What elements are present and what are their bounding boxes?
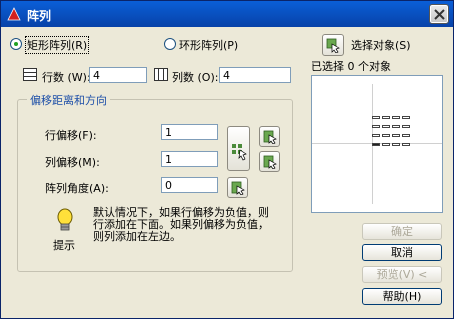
preview-cell [402, 134, 410, 137]
preview-cell [392, 116, 400, 119]
preview-cell [402, 143, 410, 146]
select-objects-button[interactable] [322, 34, 344, 56]
row-offset-label: 行偏移(F): [45, 129, 97, 142]
row-offset-input[interactable]: 1 [161, 124, 218, 140]
ok-button[interactable]: 确定 [362, 223, 442, 240]
close-icon [434, 9, 445, 20]
rows-input[interactable]: 4 [89, 67, 147, 83]
rect-array-radio[interactable] [10, 38, 22, 50]
help-button[interactable]: 帮助(H) [362, 288, 442, 305]
preview-cell [372, 134, 380, 137]
preview-cell [392, 125, 400, 128]
preview-cell [372, 143, 380, 146]
preview-cell [372, 116, 380, 119]
preview-cell [392, 143, 400, 146]
column-offset-input[interactable]: 1 [161, 151, 218, 167]
array-angle-input[interactable]: 0 [161, 177, 218, 193]
rows-label: 行数 (W): [42, 71, 91, 84]
window-title: 阵列 [27, 9, 52, 23]
columns-icon [154, 68, 168, 81]
pick-both-icon [232, 144, 247, 161]
array-preview [311, 75, 443, 213]
preview-cell [382, 125, 390, 128]
column-offset-label: 列偏移(M): [45, 156, 100, 169]
preview-cell [402, 125, 410, 128]
array-angle-label: 阵列角度(A): [45, 182, 109, 195]
title-bar[interactable]: 阵列 [1, 1, 453, 27]
columns-label: 列数 (O): [172, 71, 219, 84]
polar-array-label[interactable]: 环形阵列(P) [179, 37, 238, 53]
rect-array-label[interactable]: 矩形阵列(R) [25, 36, 90, 54]
columns-input[interactable]: 4 [219, 67, 291, 83]
pick-angle-button[interactable] [227, 177, 248, 198]
close-button[interactable] [429, 4, 449, 24]
tip-text: 默认情况下，如果行偏移为负值，则 行添加在下面。如果列偏移为负值， 则列添加在左… [93, 206, 269, 243]
select-objects-icon [326, 38, 340, 53]
preview-cell [382, 134, 390, 137]
preview-cell [382, 116, 390, 119]
cancel-button[interactable]: 取消 [362, 244, 442, 261]
preview-button[interactable]: 预览(V) < [362, 266, 442, 283]
pick-row-offset-button[interactable] [259, 126, 280, 147]
tip-label: 提示 [53, 239, 75, 252]
preview-cell [392, 134, 400, 137]
offset-group-title: 偏移距离和方向 [27, 92, 110, 108]
pick-angle-icon [231, 181, 245, 195]
array-dialog: 阵列 矩形阵列(R) 环形阵列(P) 行数 (W): 4 列数 (O): 4 偏… [0, 0, 454, 319]
autocad-app-icon [7, 7, 21, 21]
pick-column-offset-button[interactable] [259, 151, 280, 172]
select-objects-label[interactable]: 选择对象(S) [351, 37, 411, 53]
preview-cell [382, 143, 390, 146]
pick-row-icon [263, 130, 277, 144]
selected-count-text: 已选择 0 个对象 [311, 60, 391, 73]
pick-both-offsets-button[interactable] [227, 126, 250, 171]
pick-column-icon [263, 155, 277, 169]
preview-cell [402, 116, 410, 119]
rows-icon [23, 68, 37, 81]
polar-array-radio[interactable] [164, 38, 176, 50]
preview-cell [372, 125, 380, 128]
lightbulb-icon [57, 208, 73, 231]
